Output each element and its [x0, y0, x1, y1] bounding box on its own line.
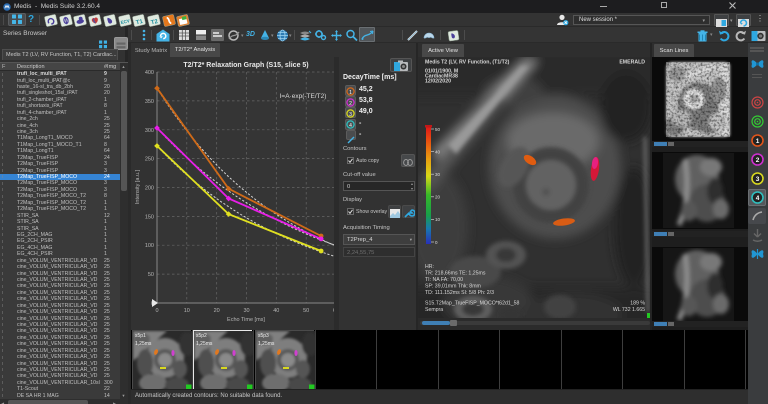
svg-text:50: 50 — [148, 272, 154, 278]
svg-text:12/02/2020: 12/02/2020 — [425, 79, 451, 85]
svg-text:4: 4 — [349, 123, 352, 129]
svg-text:1: 1 — [755, 138, 759, 145]
svg-text:3: 3 — [755, 176, 759, 183]
svg-text:20: 20 — [214, 308, 220, 314]
svg-text:1,25ms: 1,25ms — [196, 341, 213, 347]
svg-text:4: 4 — [755, 195, 759, 202]
svg-text:WL 732 1.665: WL 732 1.665 — [613, 307, 645, 313]
svg-text:Sempra: Sempra — [425, 307, 443, 313]
svg-text:s5p1: s5p1 — [135, 333, 146, 339]
svg-text:400: 400 — [145, 70, 154, 76]
svg-text:HR:: HR: — [425, 264, 434, 270]
svg-text:200: 200 — [145, 186, 154, 192]
svg-text:3: 3 — [349, 112, 352, 118]
svg-text:1,25ms: 1,25ms — [258, 341, 275, 347]
svg-text:EMERALD: EMERALD — [619, 60, 645, 66]
svg-text:s5p3: s5p3 — [258, 333, 269, 339]
svg-text:250: 250 — [145, 157, 154, 163]
svg-text:50: 50 — [303, 308, 309, 314]
svg-text:40: 40 — [435, 149, 441, 154]
svg-text:10: 10 — [184, 308, 190, 314]
svg-text:100: 100 — [145, 243, 154, 249]
svg-text:2: 2 — [755, 157, 759, 164]
svg-text:TD: 111.152ms SI: 5/8 Ph: 2/3: TD: 111.152ms SI: 5/8 Ph: 2/3 — [425, 290, 494, 296]
svg-text:20: 20 — [435, 195, 441, 200]
svg-text:50: 50 — [435, 127, 441, 132]
svg-text:189 %: 189 % — [630, 301, 645, 307]
svg-text:S15.T2Map_TrueFISP_MOCO*t62d1_: S15.T2Map_TrueFISP_MOCO*t62d1_58 — [425, 301, 519, 307]
svg-text:Echo Time [ms]: Echo Time [ms] — [227, 317, 265, 323]
svg-text:TR: 218,66ms TE: 1,25ms: TR: 218,66ms TE: 1,25ms — [425, 271, 486, 277]
svg-text:40: 40 — [273, 308, 279, 314]
svg-text:TI: NA FA: 70,00: TI: NA FA: 70,00 — [425, 277, 463, 283]
svg-text:300: 300 — [145, 128, 154, 134]
svg-text:Medis T2 (LV, RV Function, (T: Medis T2 (LV, RV Function, (T1/T2) — [425, 60, 510, 66]
svg-text:30: 30 — [243, 308, 249, 314]
svg-text:T2/T2* Relaxation Graph (S15,: T2/T2* Relaxation Graph (S15, slice 5) — [183, 62, 308, 69]
svg-text:s5p2: s5p2 — [196, 333, 207, 339]
svg-text:30: 30 — [435, 172, 441, 177]
svg-text:0: 0 — [155, 308, 158, 314]
svg-text:2: 2 — [349, 100, 352, 106]
svg-text:1,25ms: 1,25ms — [135, 341, 152, 347]
svg-text:350: 350 — [145, 99, 154, 105]
svg-text:Intensity [a.u.]: Intensity [a.u.] — [135, 169, 141, 204]
svg-text:SP: 39,01mm Thk: 8mm: SP: 39,01mm Thk: 8mm — [425, 284, 481, 290]
svg-text:150: 150 — [145, 214, 154, 220]
svg-text:I=A·exp(-TE/T2): I=A·exp(-TE/T2) — [280, 93, 327, 100]
svg-text:10: 10 — [435, 217, 441, 222]
svg-text:1: 1 — [349, 89, 352, 95]
